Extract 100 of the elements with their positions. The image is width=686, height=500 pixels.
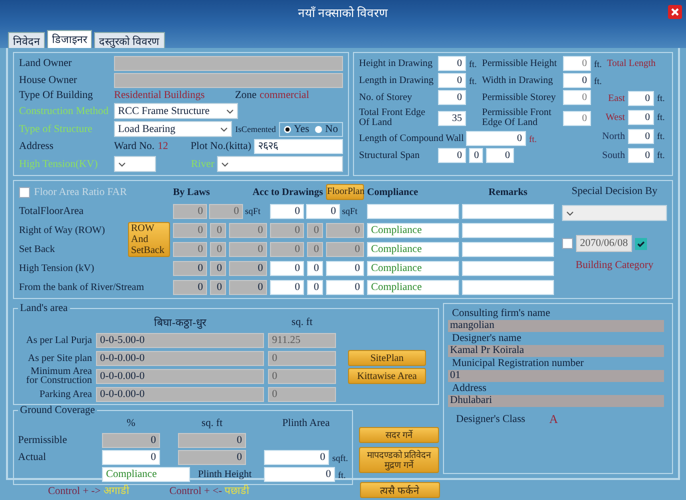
column-header: Plinth Area (281, 418, 331, 429)
input-field[interactable]: 0-0-0.00-0 (96, 386, 264, 402)
input-field[interactable]: 0 (628, 148, 654, 162)
input-field[interactable]: 0 (307, 260, 323, 276)
input-field[interactable]: Kamal Pr Koirala (448, 345, 664, 357)
input-field[interactable]: mangolian (448, 320, 664, 332)
dropdown[interactable] (114, 156, 156, 172)
input-field[interactable]: 0 (173, 280, 207, 294)
input-field[interactable]: 0-0-0.00-0 (96, 350, 264, 366)
row-label: TotalFloorArea (19, 206, 85, 216)
shortcut-hint: Control + <- पछाडी (169, 484, 250, 497)
field-label: Total Length (607, 58, 656, 68)
input-field[interactable]: 0 (264, 450, 330, 465)
input-field[interactable]: 0 (210, 280, 226, 294)
close-icon[interactable] (668, 5, 682, 19)
input-field[interactable] (462, 222, 554, 238)
field-label: Total Front Edge Of Land (359, 108, 426, 128)
input-field[interactable]: 0 (438, 73, 466, 88)
input-field[interactable]: 0 (628, 110, 654, 124)
unit-label: sqft. (332, 452, 348, 462)
input-field[interactable] (114, 73, 343, 88)
input-field[interactable]: Compliance (367, 280, 459, 294)
input-field[interactable]: 0 (326, 260, 364, 276)
checkbox[interactable] (562, 238, 573, 249)
input-field[interactable]: 0 (102, 433, 160, 448)
tab[interactable]: निवेदन (8, 32, 45, 48)
field-label: Address (19, 141, 54, 152)
dropdown[interactable]: RCC Frame Structure (114, 103, 238, 119)
input-field[interactable]: 0 (628, 90, 654, 106)
input-field[interactable]: 0 (270, 280, 304, 294)
field-label: IsCemented (235, 124, 276, 134)
input-field[interactable]: 0 (264, 467, 335, 482)
dropdown[interactable] (562, 205, 667, 221)
input-field[interactable]: Compliance (102, 467, 190, 482)
field-label: Ward No. (114, 141, 155, 152)
input-field[interactable]: 0 (486, 148, 514, 163)
input-field[interactable]: 0 (466, 131, 526, 146)
input-field[interactable]: 0 (229, 260, 267, 276)
input-field[interactable]: 0 (438, 90, 466, 105)
group-title: Land's area (19, 303, 69, 314)
input-field[interactable]: 0 (173, 260, 207, 276)
back-button[interactable]: त्यसै फर्कने (360, 482, 440, 498)
input-field[interactable]: 01 (448, 370, 664, 382)
input-field[interactable] (462, 260, 554, 276)
column-header: Acc to Drawings (251, 186, 323, 198)
input-field[interactable]: 0 (469, 148, 483, 163)
input-field[interactable]: 0 (438, 148, 466, 163)
field-label: Type Of Building (19, 90, 94, 101)
action-button[interactable]: Kittawise Area (348, 368, 426, 384)
input-field[interactable]: 0 (270, 260, 304, 276)
field-label: House Owner (19, 75, 78, 86)
input-field[interactable]: 0 (307, 280, 323, 294)
checkbox[interactable] (19, 186, 30, 198)
tab[interactable]: डिजाइनर (47, 30, 92, 48)
row-label: Parking Area (38, 390, 92, 398)
action-button[interactable]: मापदण्डको प्रतिवेदन मुद्रण गर्ने (359, 447, 439, 473)
field-label: Permissible Front Edge Of Land (482, 108, 552, 128)
input-field[interactable]: 0 (438, 56, 466, 71)
column-header: By Laws (173, 186, 211, 198)
input-field[interactable]: 35 (438, 110, 466, 126)
input-field[interactable]: 0-0-0.00-0 (96, 368, 264, 384)
radio-button[interactable]: No (315, 124, 338, 134)
field-label: West (604, 112, 625, 122)
input-field[interactable]: 0 (102, 450, 160, 465)
shortcut-hint: Control + -> अगाडी (48, 484, 130, 497)
input-field[interactable] (114, 56, 343, 71)
input-field[interactable]: 0 (178, 433, 246, 448)
column-header: Remarks (488, 186, 528, 198)
input-field[interactable] (462, 242, 554, 256)
input-field[interactable]: Compliance (367, 260, 459, 276)
column-header: Compliance (367, 186, 420, 198)
input-field[interactable]: 0 (270, 204, 304, 218)
unit-label: ft. (657, 93, 666, 103)
input-field[interactable]: 0 (563, 73, 591, 88)
action-button[interactable]: SitePlan (348, 350, 426, 366)
input-field[interactable]: 0 (229, 280, 267, 294)
field-label: Permissible Height (482, 58, 558, 69)
input-field[interactable] (462, 204, 554, 218)
row-setback-button[interactable]: ROW And SetBack (128, 222, 170, 257)
input-field[interactable]: 0 (628, 128, 654, 144)
field-label: North (601, 130, 625, 142)
input-field[interactable]: 0 (178, 450, 246, 465)
field-value: A (549, 412, 558, 427)
radio-button[interactable]: Yes (284, 124, 310, 134)
input-field[interactable]: 0-0-5.00-0 (96, 332, 264, 348)
input-field[interactable]: 0 (326, 280, 364, 294)
unit-label: ft. (469, 76, 478, 86)
caret-icon (226, 108, 234, 114)
dropdown[interactable]: Load Bearing (114, 121, 232, 137)
date-field[interactable]: 2070/06/08 (576, 235, 632, 252)
tab[interactable]: दस्तुरको विवरण (94, 32, 165, 48)
input-field[interactable]: २६२६ (254, 139, 343, 154)
input-field[interactable]: 0 (210, 260, 226, 276)
row-label: High Tension (kV) (19, 262, 96, 274)
input-field[interactable] (462, 280, 554, 294)
input-field[interactable]: Dhulabari (448, 395, 664, 407)
input-field[interactable]: 0 (306, 204, 340, 218)
action-button[interactable]: सदर गर्ने (359, 427, 439, 443)
dropdown[interactable] (217, 156, 343, 172)
input-field[interactable] (367, 204, 459, 218)
